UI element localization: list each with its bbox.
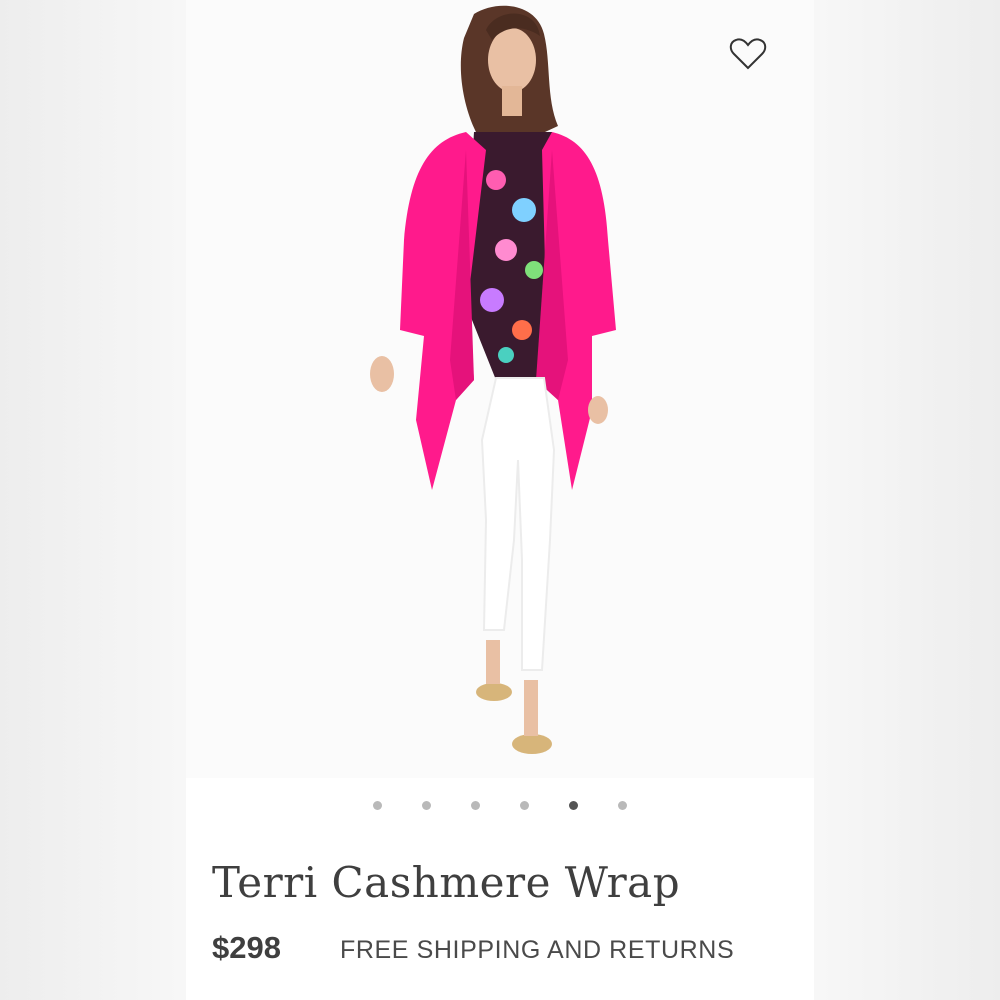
pagination-dot[interactable] [422,800,431,810]
pagination-dot[interactable] [471,800,480,810]
pagination-dot[interactable] [520,800,529,810]
pagination-dot[interactable] [618,800,627,810]
product-image[interactable] [186,0,814,778]
product-card: Terri Cashmere Wrap $298 FREE SHIPPING A… [186,0,814,1000]
pagination-dot-active[interactable] [569,800,578,810]
page-backdrop: Terri Cashmere Wrap $298 FREE SHIPPING A… [0,0,1000,1000]
model-photo [370,5,616,754]
gallery-pagination [186,796,814,814]
pagination-dot[interactable] [373,800,382,810]
product-title: Terri Cashmere Wrap [212,858,681,907]
product-price: $298 [212,930,281,965]
heart-outline-icon [729,38,767,70]
wishlist-button[interactable] [728,36,768,72]
shipping-note: FREE SHIPPING AND RETURNS [340,936,735,964]
